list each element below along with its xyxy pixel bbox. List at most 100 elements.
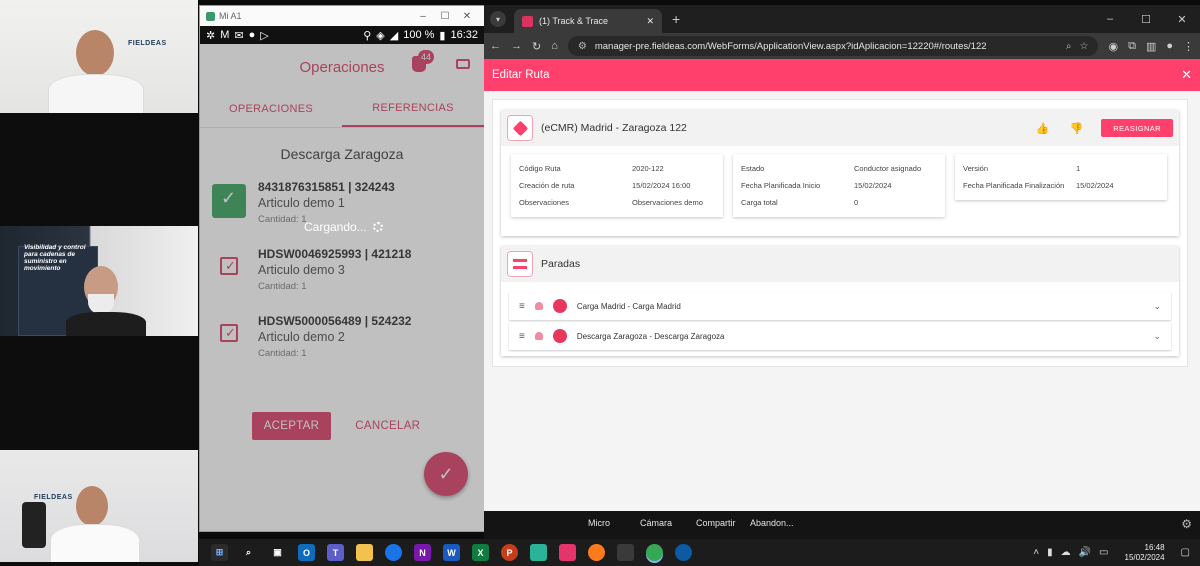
phone-window-titlebar[interactable]: Mi A1 – ☐ ✕ xyxy=(200,6,484,26)
address-bar[interactable]: ⚙ manager-pre.fieldeas.com/WebForms/Appl… xyxy=(567,36,1099,56)
poster-text: Visibilidad y control para cadenas de su… xyxy=(24,244,86,272)
onedrive-icon[interactable]: ☁ xyxy=(1061,547,1071,558)
battery-icon[interactable]: ▭ xyxy=(1099,547,1108,558)
url-text: manager-pre.fieldeas.com/WebForms/Applic… xyxy=(594,40,987,52)
profile-avatar-icon[interactable]: ● xyxy=(1166,40,1173,52)
browser-tab[interactable]: (1) Track & Trace ✕ xyxy=(514,9,662,33)
browser-tab-strip: ▾ (1) Track & Trace ✕ + – ☐ ✕ xyxy=(484,5,1200,33)
route-icon xyxy=(507,115,533,141)
stop-label: Carga Madrid - Carga Madrid xyxy=(576,301,681,311)
unload-stop-icon xyxy=(552,329,567,343)
close-icon[interactable]: ✕ xyxy=(1181,67,1192,83)
minimize-icon[interactable]: – xyxy=(412,11,434,22)
chevron-up-icon[interactable]: ˄ xyxy=(1033,547,1039,558)
app-icon[interactable] xyxy=(588,544,605,561)
reassign-button[interactable]: REASIGNAR xyxy=(1101,119,1173,137)
app-icon[interactable] xyxy=(530,544,547,561)
held-phone xyxy=(22,502,46,548)
settings-gear-icon[interactable]: ⚙ xyxy=(1181,517,1192,531)
system-tray: ˄ ▮ ☁ 🔊 ▭ 16:48 15/02/2024 ▢ xyxy=(1033,543,1200,563)
stops-icon xyxy=(507,251,533,277)
zoom-icon[interactable]: ⌕ xyxy=(1066,41,1072,52)
meeting-controls: Micro Cámara Compartir Abandon... ⚙ xyxy=(484,511,1200,539)
brand-logo: FIELDEAS xyxy=(34,494,73,501)
mic-button[interactable]: Micro xyxy=(588,518,610,528)
drag-handle-icon[interactable]: ≡ xyxy=(519,301,525,312)
fieldeas-app-icon[interactable] xyxy=(559,544,576,561)
chrome-icon[interactable] xyxy=(385,544,402,561)
info-label: Versión xyxy=(963,164,989,173)
onenote-icon[interactable]: N xyxy=(414,544,431,561)
signal-icon: ◢ xyxy=(389,29,399,42)
home-icon[interactable]: ⌂ xyxy=(551,40,558,52)
loading-text: Cargando... xyxy=(304,220,367,234)
participant-shirt xyxy=(50,524,140,562)
share-button[interactable]: Compartir xyxy=(696,518,736,528)
camera-button[interactable]: Cámara xyxy=(640,518,672,528)
mirror-app-icon xyxy=(206,11,215,21)
minimize-icon[interactable]: – xyxy=(1092,13,1128,25)
android-status-bar: ✲ M ✉ ● ▷ ⚲ ◈ ◢ 100 % ▮ 16:32 xyxy=(200,26,484,44)
drag-handle-icon[interactable]: ≡ xyxy=(519,331,525,342)
bookmark-star-icon[interactable]: ☆ xyxy=(1080,41,1089,52)
thumbs-up-icon[interactable]: 👍 xyxy=(1036,122,1050,135)
taskbar-clock[interactable]: 16:48 15/02/2024 xyxy=(1125,543,1165,563)
close-icon[interactable]: ✕ xyxy=(1164,13,1200,26)
stop-row[interactable]: ≡ Descarga Zaragoza - Descarga Zaragoza … xyxy=(509,322,1171,350)
chevron-down-icon[interactable]: ⌄ xyxy=(1153,331,1161,342)
close-icon[interactable]: ✕ xyxy=(456,11,478,22)
info-value: 15/02/2024 xyxy=(854,181,892,190)
microphone-icon[interactable]: ▮ xyxy=(1047,547,1053,558)
volume-icon[interactable]: 🔊 xyxy=(1079,547,1091,558)
maximize-icon[interactable]: ☐ xyxy=(1128,13,1164,26)
stops-title: Paradas xyxy=(541,258,581,270)
edge-icon[interactable] xyxy=(675,544,692,561)
teams-icon[interactable]: T xyxy=(327,544,344,561)
spinner-icon xyxy=(372,222,383,232)
site-info-icon[interactable]: ⚙ xyxy=(578,41,587,52)
new-tab-icon[interactable]: + xyxy=(672,11,680,27)
participant-video-2: Visibilidad y control para cadenas de su… xyxy=(0,226,198,336)
powerpoint-icon[interactable]: P xyxy=(501,544,518,561)
route-info-col-2: Estado Conductor asignado Fecha Planifica… xyxy=(733,154,945,217)
info-value: Conductor asignado xyxy=(854,164,922,173)
clock-date: 15/02/2024 xyxy=(1124,552,1165,562)
more-menu-icon[interactable]: ⋮ xyxy=(1183,40,1194,53)
word-icon[interactable]: W xyxy=(443,544,460,561)
battery-percent: 100 % xyxy=(403,29,435,41)
info-row: Estado Conductor asignado xyxy=(741,160,937,177)
empty-video-slot xyxy=(0,336,198,450)
notifications-icon[interactable]: ▢ xyxy=(1181,547,1190,558)
stop-row[interactable]: ≡ Carga Madrid - Carga Madrid ⌄ xyxy=(509,292,1171,320)
search-icon[interactable]: ⌕ xyxy=(240,544,257,561)
outlook-icon[interactable]: O xyxy=(298,544,315,561)
tab-close-icon[interactable]: ✕ xyxy=(646,16,654,27)
excel-icon[interactable]: X xyxy=(472,544,489,561)
reload-icon[interactable]: ↻ xyxy=(532,40,541,53)
thumbs-down-icon[interactable]: 👎 xyxy=(1070,122,1084,135)
chevron-down-icon[interactable]: ⌄ xyxy=(1153,301,1161,312)
phone-mirror-window[interactable]: Mi A1 – ☐ ✕ ✲ M ✉ ● ▷ ⚲ ◈ ◢ 100 % ▮ 16:3… xyxy=(199,5,485,532)
participant-shirt xyxy=(48,74,144,113)
file-explorer-icon[interactable] xyxy=(356,544,373,561)
task-view-icon[interactable]: ▣ xyxy=(269,544,286,561)
info-value: Observaciones demo xyxy=(632,198,703,207)
gmail-icon: M xyxy=(220,29,230,41)
browser-tab-title: (1) Track & Trace xyxy=(539,16,609,26)
maximize-icon[interactable]: ☐ xyxy=(434,11,456,22)
camera-icon[interactable]: ◉ xyxy=(1108,40,1118,53)
sidebar-icon[interactable]: ▥ xyxy=(1146,40,1156,53)
play-icon: ▷ xyxy=(260,29,269,42)
back-icon[interactable]: ← xyxy=(490,40,501,52)
forward-icon[interactable]: → xyxy=(511,40,522,52)
windows-start-icon[interactable]: ⊞ xyxy=(211,544,228,561)
empty-video-slot xyxy=(0,562,198,566)
loading-overlay xyxy=(200,44,484,531)
participant-video-3: FIELDEAS xyxy=(0,450,198,562)
leave-button[interactable]: Abandon... xyxy=(750,518,794,528)
chrome-icon[interactable] xyxy=(646,544,663,561)
participant-shirt xyxy=(66,312,146,336)
extensions-icon[interactable]: ⧉ xyxy=(1128,40,1136,53)
paint-icon[interactable] xyxy=(617,544,634,561)
tab-search-icon[interactable]: ▾ xyxy=(490,11,506,27)
